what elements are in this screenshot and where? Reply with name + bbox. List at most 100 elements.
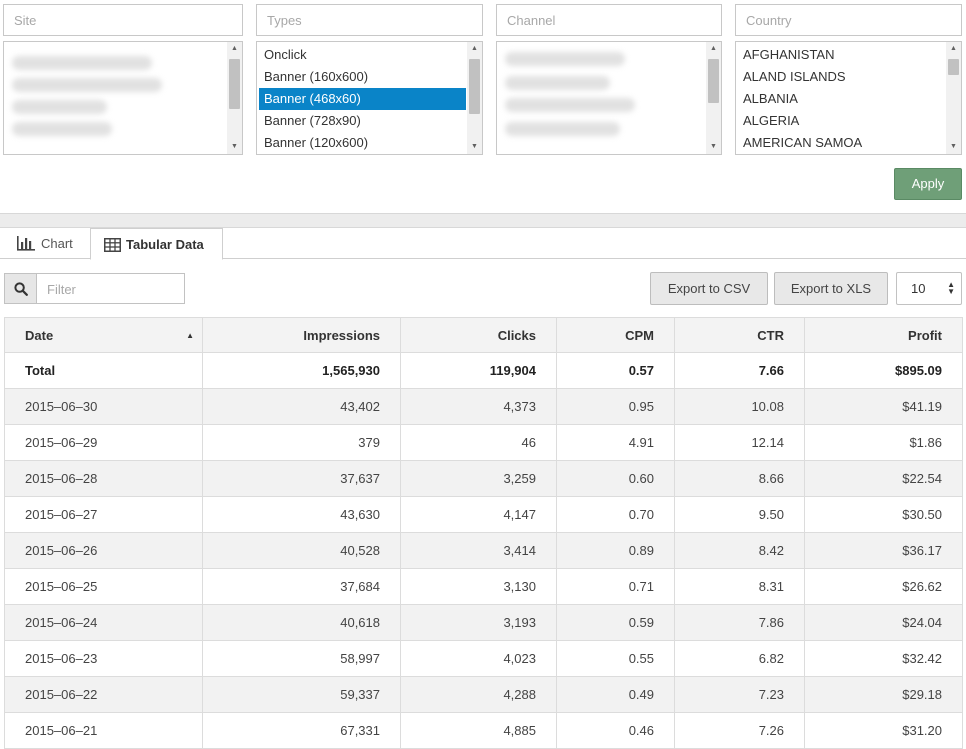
table-cell: $29.18 (804, 676, 963, 713)
scroll-up-arrow-icon[interactable]: ▲ (467, 42, 482, 56)
types-option-selected[interactable]: Banner (468x60) (259, 88, 466, 110)
table-cell: $32.42 (804, 640, 963, 677)
scroll-up-arrow-icon[interactable]: ▲ (227, 42, 242, 56)
table-row: 2015–06–22 59,337 4,288 0.49 7.23 $29.18 (4, 676, 963, 713)
tab-chart-label: Chart (41, 236, 73, 251)
table-cell: 2015–06–30 (4, 388, 203, 425)
table-cell: 4,373 (400, 388, 557, 425)
types-filter: Types Onclick Banner (160x600) Banner (4… (256, 4, 483, 155)
page-size-value: 10 (911, 281, 926, 296)
blurred-option[interactable] (12, 122, 112, 136)
country-option[interactable]: ALGERIA (736, 110, 945, 132)
filter-input[interactable]: Filter (36, 273, 185, 304)
table-cell: 2015–06–25 (4, 568, 203, 605)
table-cell: 7.86 (674, 604, 805, 641)
types-option[interactable]: Onclick (257, 44, 466, 66)
scroll-up-arrow-icon[interactable]: ▲ (706, 42, 721, 56)
updown-arrows-icon: ▲ ▼ (947, 280, 955, 296)
channel-listbox[interactable]: ▲ ▼ (496, 41, 722, 155)
table-cell: 8.31 (674, 568, 805, 605)
country-scrollbar[interactable]: ▲ ▼ (946, 42, 961, 154)
types-filter-header[interactable]: Types (256, 4, 483, 36)
scroll-thumb[interactable] (948, 59, 959, 75)
table-cell: 40,528 (202, 532, 401, 569)
column-header-clicks[interactable]: Clicks (400, 317, 557, 353)
table-cell: 0.71 (556, 568, 675, 605)
scroll-thumb[interactable] (229, 59, 240, 109)
table-cell: 8.66 (674, 460, 805, 497)
types-option[interactable]: Banner (120x600) (257, 132, 466, 154)
scroll-up-arrow-icon[interactable]: ▲ (946, 42, 961, 56)
table-cell: $22.54 (804, 460, 963, 497)
scroll-down-arrow-icon[interactable]: ▼ (467, 140, 482, 154)
scroll-down-arrow-icon[interactable]: ▼ (227, 140, 242, 154)
tab-tabular-data[interactable]: Tabular Data (90, 228, 223, 260)
table-cell: 3,259 (400, 460, 557, 497)
table-row: 2015–06–25 37,684 3,130 0.71 8.31 $26.62 (4, 568, 963, 605)
site-scrollbar[interactable]: ▲ ▼ (227, 42, 242, 154)
export-xls-button[interactable]: Export to XLS (774, 272, 888, 305)
site-filter-header[interactable]: Site (3, 4, 243, 36)
table-cell: 0.89 (556, 532, 675, 569)
table-cell: 3,130 (400, 568, 557, 605)
blurred-option[interactable] (505, 52, 625, 66)
scroll-down-arrow-icon[interactable]: ▼ (706, 140, 721, 154)
table-cell: 2015–06–24 (4, 604, 203, 641)
view-tabs: Chart Tabular Data (0, 228, 966, 260)
country-listbox[interactable]: AFGHANISTAN ALAND ISLANDS ALBANIA ALGERI… (735, 41, 962, 155)
table-cell: 2015–06–27 (4, 496, 203, 533)
types-listbox[interactable]: Onclick Banner (160x600) Banner (468x60)… (256, 41, 483, 155)
channel-filter-header[interactable]: Channel (496, 4, 722, 36)
country-filter-header[interactable]: Country (735, 4, 962, 36)
types-option[interactable]: Banner (728x90) (257, 110, 466, 132)
blurred-option[interactable] (12, 78, 162, 92)
blurred-option[interactable] (12, 100, 107, 114)
column-header-impressions[interactable]: Impressions (202, 317, 401, 353)
blurred-option[interactable] (505, 98, 635, 112)
table-row: 2015–06–28 37,637 3,259 0.60 8.66 $22.54 (4, 460, 963, 497)
table-cell: 37,684 (202, 568, 401, 605)
table-cell: 4,885 (400, 712, 557, 749)
country-option[interactable]: AFGHANISTAN (736, 44, 945, 66)
total-row: Total 1,565,930 119,904 0.57 7.66 $895.0… (4, 352, 963, 389)
table-cell: 2015–06–22 (4, 676, 203, 713)
table-cell: 4,023 (400, 640, 557, 677)
column-header-cpm[interactable]: CPM (556, 317, 675, 353)
types-option[interactable]: Banner (160x600) (257, 66, 466, 88)
section-divider (0, 213, 966, 228)
table-cell: 7.66 (674, 352, 805, 389)
site-listbox[interactable]: ▲ ▼ (3, 41, 243, 155)
table-cell: 6.82 (674, 640, 805, 677)
blurred-option[interactable] (505, 76, 610, 90)
column-header-profit[interactable]: Profit (804, 317, 963, 353)
table-cell: 58,997 (202, 640, 401, 677)
blurred-option[interactable] (12, 56, 152, 70)
table-cell: 37,637 (202, 460, 401, 497)
country-filter: Country AFGHANISTAN ALAND ISLANDS ALBANI… (735, 4, 962, 155)
page-size-select[interactable]: 10 ▲ ▼ (896, 272, 962, 305)
country-option[interactable]: ALAND ISLANDS (736, 66, 945, 88)
blurred-option[interactable] (505, 122, 620, 136)
scroll-thumb[interactable] (469, 59, 480, 114)
table-row: 2015–06–30 43,402 4,373 0.95 10.08 $41.19 (4, 388, 963, 425)
search-button[interactable] (4, 273, 36, 304)
table-cell: 9.50 (674, 496, 805, 533)
table-cell: 119,904 (400, 352, 557, 389)
scroll-thumb[interactable] (708, 59, 719, 103)
types-scrollbar[interactable]: ▲ ▼ (467, 42, 482, 154)
table-cell: 67,331 (202, 712, 401, 749)
table-row: 2015–06–24 40,618 3,193 0.59 7.86 $24.04 (4, 604, 963, 641)
column-header-ctr[interactable]: CTR (674, 317, 805, 353)
table-cell: 43,402 (202, 388, 401, 425)
table-cell: 12.14 (674, 424, 805, 461)
scroll-down-arrow-icon[interactable]: ▼ (946, 140, 961, 154)
tab-chart[interactable]: Chart (16, 228, 86, 259)
apply-button[interactable]: Apply (894, 168, 962, 200)
table-row: 2015–06–26 40,528 3,414 0.89 8.42 $36.17 (4, 532, 963, 569)
channel-filter: Channel ▲ ▼ (496, 4, 722, 155)
export-csv-button[interactable]: Export to CSV (650, 272, 768, 305)
column-header-date[interactable]: Date ▲ (4, 317, 203, 353)
country-option[interactable]: AMERICAN SAMOA (736, 132, 945, 154)
country-option[interactable]: ALBANIA (736, 88, 945, 110)
channel-scrollbar[interactable]: ▲ ▼ (706, 42, 721, 154)
